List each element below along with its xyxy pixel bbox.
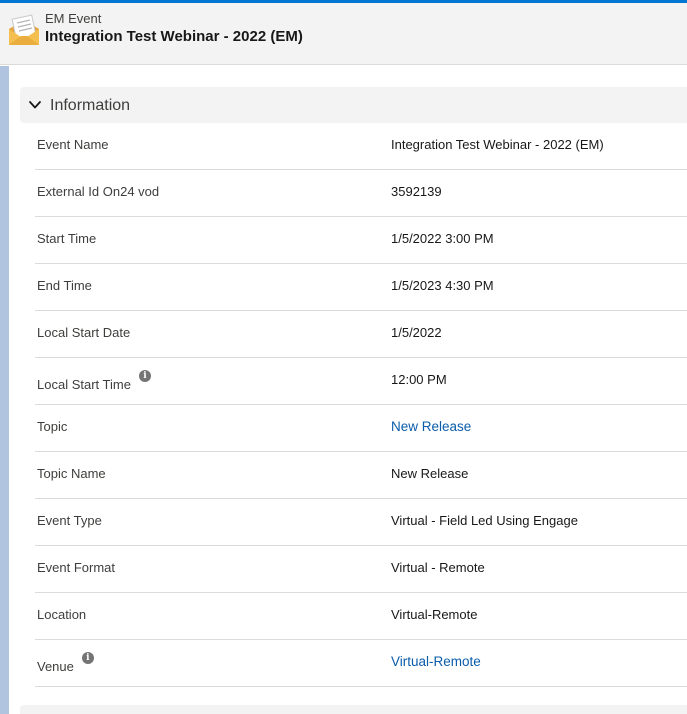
field-row-topic-name: Topic Name New Release xyxy=(35,452,687,499)
field-label: External Id On24 vod xyxy=(37,184,160,199)
field-label: Event Name xyxy=(37,137,109,152)
topic-link[interactable]: New Release xyxy=(391,419,471,435)
venue-link[interactable]: Virtual-Remote xyxy=(391,654,481,670)
envelope-icon xyxy=(7,14,41,48)
field-label: Local Start Time xyxy=(37,377,131,392)
field-value: 1/5/2023 4:30 PM xyxy=(391,278,494,293)
field-row-event-type: Event Type Virtual - Field Led Using Eng… xyxy=(35,499,687,546)
field-label: Location xyxy=(37,607,87,622)
section-title: Information xyxy=(50,97,131,114)
field-row-end-time: End Time 1/5/2023 4:30 PM xyxy=(35,264,687,311)
field-list: Event Name Integration Test Webinar - 20… xyxy=(35,123,687,687)
field-label: Topic Name xyxy=(37,466,106,481)
field-row-event-format: Event Format Virtual - Remote xyxy=(35,546,687,593)
object-type-label: EM Event xyxy=(45,11,102,26)
field-label: Local Start Date xyxy=(37,325,131,340)
record-header: EM Event Integration Test Webinar - 2022… xyxy=(0,3,687,65)
field-label: Event Type xyxy=(37,513,102,528)
field-row-local-start-time: Local Start Time i 12:00 PM xyxy=(35,358,687,405)
field-label: Start Time xyxy=(37,231,97,246)
field-value: 3592139 xyxy=(391,184,442,199)
field-row-local-start-date: Local Start Date 1/5/2022 xyxy=(35,311,687,358)
field-label-with-help: Local Start Time i xyxy=(37,370,151,393)
field-label: Venue xyxy=(37,659,74,674)
field-value: Virtual-Remote xyxy=(391,607,478,622)
field-row-event-name: Event Name Integration Test Webinar - 20… xyxy=(35,123,687,170)
record-title: Integration Test Webinar - 2022 (EM) xyxy=(45,28,303,45)
next-section-header xyxy=(20,705,687,714)
left-rail xyxy=(0,66,9,714)
info-icon[interactable]: i xyxy=(81,652,94,664)
field-row-start-time: Start Time 1/5/2022 3:00 PM xyxy=(35,217,687,264)
chevron-down-icon xyxy=(28,98,42,112)
field-label: End Time xyxy=(37,278,92,293)
field-row-location: Location Virtual-Remote xyxy=(35,593,687,640)
field-label-with-help: Venuei xyxy=(37,652,94,675)
field-label: Event Format xyxy=(37,560,116,575)
field-value: Virtual - Field Led Using Engage xyxy=(391,513,578,528)
field-row-external-id: External Id On24 vod 3592139 xyxy=(35,170,687,217)
field-value: 1/5/2022 3:00 PM xyxy=(391,231,494,246)
field-row-venue: Venuei Virtual-Remote xyxy=(35,640,687,687)
field-value: New Release xyxy=(391,466,469,481)
field-value: 1/5/2022 xyxy=(391,325,442,340)
field-label: Topic xyxy=(37,419,68,434)
field-value: Integration Test Webinar - 2022 (EM) xyxy=(391,137,604,152)
field-value: Virtual - Remote xyxy=(391,560,485,575)
info-icon[interactable]: i xyxy=(138,370,151,382)
section-header-information[interactable]: Information xyxy=(20,87,687,123)
field-row-topic: Topic New Release xyxy=(35,405,687,452)
field-value: 12:00 PM xyxy=(391,372,447,387)
